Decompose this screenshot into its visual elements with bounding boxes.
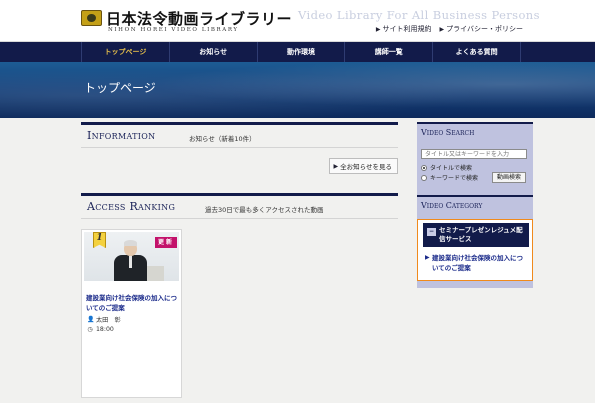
search-by-title-option[interactable]: タイトルで検索 [421, 163, 472, 172]
rank-number: 1 [96, 233, 103, 243]
video-thumbnail[interactable]: 1 更新 [84, 232, 179, 281]
ranking-note: 過去30日で最も多くアクセスされた動画 [205, 206, 324, 214]
information-header: Information お知らせ（新着10件） [81, 122, 398, 148]
all-news-button[interactable]: ▶ 全お知らせを見る [328, 158, 398, 174]
hero-banner: トップページ [0, 62, 595, 118]
category-item-seminar[interactable]: − セミナープレゼンレジュメ配信サービス [423, 223, 529, 247]
presenter-hair [124, 240, 137, 246]
speaker-name: 太田 彰 [96, 317, 121, 324]
category-sub-label: 建設業向け社会保険の加入についてのご提案 [432, 254, 523, 272]
podium-shape [144, 266, 164, 281]
nav-item-lecturers[interactable]: 講師一覧 [344, 42, 432, 62]
presenter-tie [129, 256, 132, 268]
collapse-icon[interactable]: − [427, 228, 436, 236]
speaker-row: 👤 太田 彰 [87, 315, 121, 324]
ranking-card[interactable]: 1 更新 建設業向け社会保険の加入についてのご提案 👤 太田 彰 ◷ 18:00 [81, 229, 182, 398]
privacy-link-label: プライバシー・ポリシー [446, 25, 523, 33]
nav-item-environment[interactable]: 動作環境 [256, 42, 345, 62]
information-title: Information [87, 129, 156, 142]
video-search-button[interactable]: 動画検索 [492, 172, 526, 183]
ranking-header: Access Ranking 過去30日で最も多くアクセスされた動画 [81, 193, 398, 219]
search-by-keyword-option[interactable]: キーワードで検索 [421, 173, 478, 182]
information-note: お知らせ（新着10件） [189, 135, 256, 143]
ranking-title: Access Ranking [87, 200, 176, 213]
nav-item-top[interactable]: トップページ [81, 42, 169, 62]
nav-item-news[interactable]: お知らせ [168, 42, 257, 62]
category-subitem-link[interactable]: ▶ 建設業向け社会保険の加入についてのご提案 [423, 253, 529, 273]
privacy-link[interactable]: ▶ プライバシー・ポリシー [440, 24, 524, 34]
ranking-section: Access Ranking 過去30日で最も多くアクセスされた動画 [81, 193, 398, 219]
arrow-right-icon: ▶ [439, 25, 445, 33]
video-category-title: Video Category [421, 201, 483, 210]
nav-item-faq[interactable]: よくある質問 [432, 42, 521, 62]
category-list: − セミナープレゼンレジュメ配信サービス ▶ 建設業向け社会保険の加入についての… [417, 219, 533, 281]
information-section: Information お知らせ（新着10件） ▶ 全お知らせを見る [81, 122, 398, 174]
site-tagline: Video Library For All Business Persons [298, 8, 540, 22]
arrow-right-icon: ▶ [375, 25, 381, 33]
search-by-title-label: タイトルで検索 [430, 165, 473, 172]
all-news-label: 全お知らせを見る [340, 163, 392, 171]
radio-title[interactable] [421, 164, 427, 171]
global-nav: トップページ お知らせ 動作環境 講師一覧 よくある質問 [0, 42, 595, 62]
video-title-link[interactable]: 建設業向け社会保険の加入についてのご提案 [86, 293, 180, 313]
search-input[interactable] [421, 149, 527, 159]
terms-link-label: サイト利用規約 [382, 25, 432, 33]
header-links: ▶ サイト利用規約 ▶ プライバシー・ポリシー [376, 24, 523, 34]
arrow-right-icon: ▶ [333, 162, 339, 170]
site-title: 日本法令動画ライブラリー [106, 10, 293, 28]
radio-keyword[interactable] [421, 174, 427, 181]
terms-link[interactable]: ▶ サイト利用規約 [376, 24, 432, 34]
site-header: 日本法令動画ライブラリー NIHON HOREI VIDEO LIBRARY V… [0, 0, 595, 42]
video-search-title: Video Search [421, 128, 475, 137]
arrow-right-icon: ▶ [425, 254, 430, 261]
update-badge: 更新 [155, 237, 177, 248]
clock-icon: ◷ [87, 326, 93, 333]
site-subtitle: NIHON HOREI VIDEO LIBRARY [108, 27, 239, 33]
page-title: トップページ [84, 81, 156, 95]
video-category-header: Video Category [417, 195, 533, 215]
duration-row: ◷ 18:00 [87, 326, 114, 333]
search-by-keyword-label: キーワードで検索 [430, 175, 479, 182]
logo-emblem-icon [81, 10, 102, 26]
person-icon: 👤 [87, 316, 95, 323]
video-duration: 18:00 [96, 326, 114, 333]
video-search-header: Video Search [417, 122, 533, 142]
category-main-label: セミナープレゼンレジュメ配信サービス [439, 226, 523, 243]
